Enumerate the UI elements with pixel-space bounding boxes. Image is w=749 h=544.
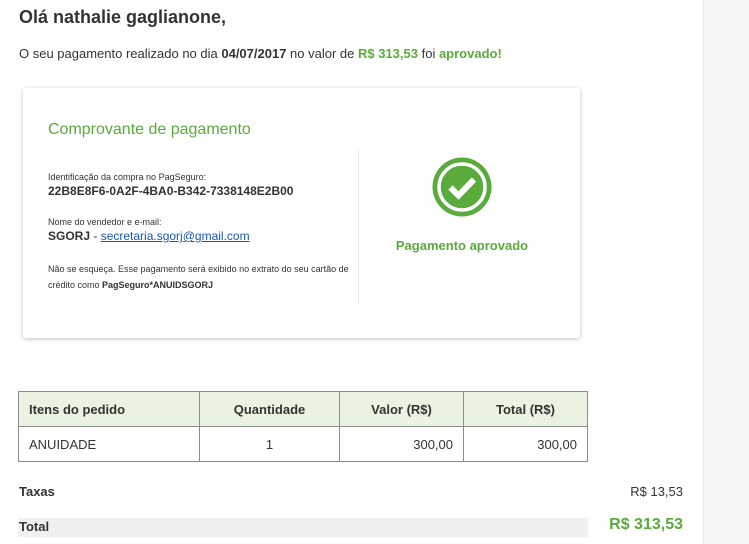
table-header-row: Itens do pedido Quantidade Valor (R$) To… [18, 391, 588, 427]
card-divider [358, 150, 359, 305]
payment-approved-label: Pagamento aprovado [395, 238, 529, 253]
payment-status-text: aprovado! [438, 46, 502, 61]
card-statement-descriptor: PagSeguro*ANUIDSGORJ [102, 280, 214, 290]
seller-name: SGORJ [48, 229, 91, 243]
taxes-value: R$ 13,53 [630, 484, 683, 499]
receipt-title: Comprovante de pagamento [48, 121, 251, 138]
item-name-cell: ANUIDADE [18, 426, 200, 462]
item-value-cell: 300,00 [339, 426, 464, 462]
total-label: Total [19, 519, 50, 534]
purchase-id-value: 22B8E8F6-0A2F-4BA0-B342-7338148E2B00 [48, 184, 294, 198]
column-header-items: Itens do pedido [18, 391, 200, 427]
item-total-cell: 300,00 [463, 426, 588, 462]
message-connector: foi [417, 46, 439, 61]
column-header-value: Valor (R$) [339, 391, 464, 427]
payment-receipt-card: Comprovante de pagamento Identificação d… [23, 88, 580, 338]
order-items-table: Itens do pedido Quantidade Valor (R$) To… [18, 391, 588, 462]
column-header-quantity: Quantidade [199, 391, 340, 427]
item-quantity-cell: 1 [199, 426, 340, 462]
right-side-panel [703, 0, 749, 544]
total-value: R$ 313,53 [609, 516, 683, 533]
purchase-id-label: Identificação da compra no PagSeguro: [48, 172, 207, 182]
seller-email-link[interactable]: secretaria.sgorj@gmail.com [101, 229, 250, 243]
payment-date: 04/07/2017 [221, 46, 287, 61]
message-prefix: O seu pagamento realizado no dia [19, 46, 222, 61]
table-row: ANUIDADE 1 300,00 300,00 [18, 426, 588, 462]
greeting-heading: Olá nathalie gaglianone, [19, 7, 227, 27]
seller-separator: - [90, 229, 101, 243]
taxes-label: Taxas [19, 484, 55, 499]
seller-label: Nome do vendedor e e-mail: [48, 217, 162, 227]
check-circle-icon [432, 157, 492, 217]
payment-amount: R$ 313,53 [357, 46, 418, 61]
column-header-total: Total (R$) [463, 391, 588, 427]
total-row-background [18, 518, 588, 537]
message-middle: no valor de [286, 46, 358, 61]
statement-note: Não se esqueça. Esse pagamento será exib… [48, 261, 358, 293]
payment-message: O seu pagamento realizado no dia 04/07/2… [19, 46, 502, 61]
seller-info: SGORJ - secretaria.sgorj@gmail.com [48, 229, 250, 243]
